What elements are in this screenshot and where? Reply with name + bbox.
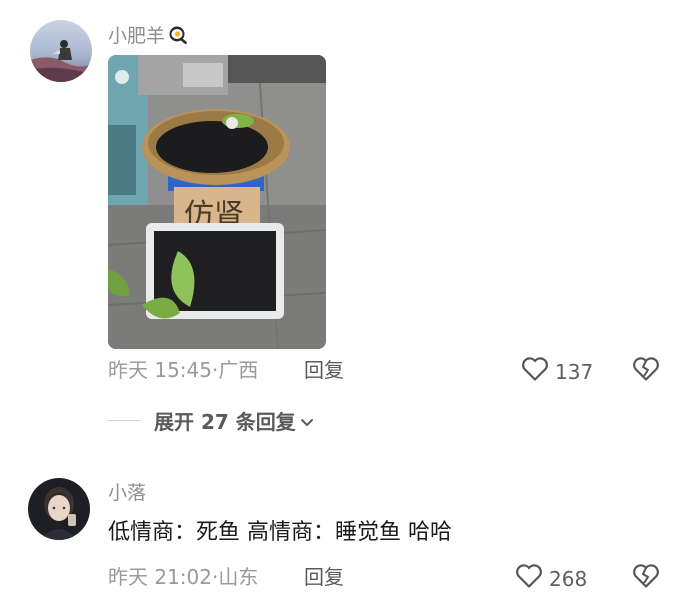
expand-divider-line [108,419,140,422]
comment-1-like-button[interactable]: 137 [521,356,593,387]
comment-2-like-count: 268 [549,566,588,591]
broken-heart-icon [632,564,660,593]
comment-1-dislike-button[interactable] [632,356,660,386]
comment-1-username-row: 小肥羊 [108,24,190,47]
chevron-down-icon [300,409,314,433]
comment-1-like-count: 137 [555,359,594,384]
expand-replies-label: 展开 27 条回复 [154,410,296,434]
comment-1-date: 昨天 15:45 [108,358,212,382]
broken-heart-icon [632,357,660,386]
comment-2-username[interactable]: 小落 [108,482,146,504]
comment-1-username[interactable]: 小肥羊 [108,25,165,47]
avatar-xiaoluo[interactable] [28,478,90,540]
comment-2-reply-button[interactable]: 回复 [304,565,344,589]
heart-icon [521,356,549,387]
expand-replies-button[interactable]: 展开 27 条回复 [108,406,314,435]
comment-1-photo[interactable]: 仿肾 [108,55,326,349]
comment-2-like-button[interactable]: 268 [515,563,587,594]
comment-1-reply-button[interactable]: 回复 [304,358,344,382]
comment-2-location: 山东 [218,565,259,589]
avatar-xiaofeiyang[interactable] [30,20,92,82]
comment-1-meta: 昨天 15:45·广西 [108,358,258,382]
comment-1-location: 广西 [218,358,259,382]
frying-egg-icon [168,24,190,46]
comment-2-meta: 昨天 21:02·山东 [108,565,258,589]
comment-2-text: 低情商：死鱼 高情商：睡觉鱼 哈哈 [108,520,452,545]
comment-2-dislike-button[interactable] [632,563,660,593]
heart-icon [515,563,543,594]
comment-2-date: 昨天 21:02 [108,565,212,589]
